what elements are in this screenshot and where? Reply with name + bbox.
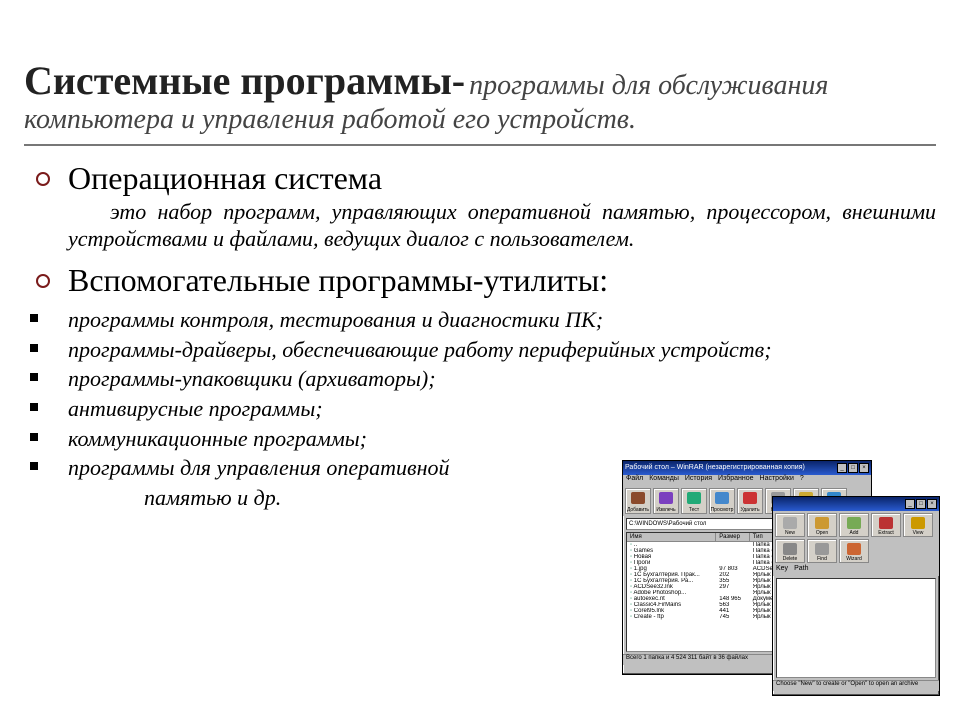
archiver-pane [776,578,936,678]
close-icon: × [927,499,937,509]
winrar-titlebar: Рабочий стол – WinRAR (незарегистрирован… [623,461,871,475]
tool-test-icon: Тест [681,488,707,514]
sub-item: программы-упаковщики (архиваторы); [24,364,936,394]
bullet-utilities-title: Вспомогательные программы-утилиты: [68,262,936,299]
menu-item: ? [800,475,804,486]
tool-view-icon: Просмотр [709,488,735,514]
archiver-toolbar: New Open Add Extract View Delete Find Wi… [773,511,939,565]
bullet-utilities: Вспомогательные программы-утилиты: [24,262,936,299]
embedded-screenshots: Рабочий стол – WinRAR (незарегистрирован… [622,460,942,700]
list-cell: 745 [716,614,749,620]
sub-item: программы контроля, тестирования и диагн… [24,305,936,335]
tool-extract-icon: Извлечь [653,488,679,514]
menu-item: Команды [649,475,679,486]
tab-item: Key [776,565,788,576]
heading-bold: Системные программы- [24,58,465,103]
tool-delete-icon: Delete [775,539,805,563]
bullet-os-body: это набор программ, управляющих оператив… [68,199,936,252]
winrar-menubar: Файл Команды История Избранное Настройки… [623,475,871,486]
menu-item: Настройки [760,475,794,486]
archiver-tabs: Key Path [773,565,939,576]
menu-item: Избранное [718,475,753,486]
tool-extract-icon: Extract [871,513,901,537]
tab-item: Path [794,565,808,576]
winrar-title: Рабочий стол – WinRAR (незарегистрирован… [625,461,805,475]
tool-open-icon: Open [807,513,837,537]
close-icon: × [859,463,869,473]
tool-new-icon: New [775,513,805,537]
bullet-os-title: Операционная система [68,160,936,197]
archiver-titlebar: _ □ × [773,497,939,511]
minimize-icon: _ [837,463,847,473]
menu-item: История [685,475,712,486]
bullet-list: Операционная система это набор программ,… [24,160,936,299]
maximize-icon: □ [916,499,926,509]
tool-find-icon: Find [807,539,837,563]
maximize-icon: □ [848,463,858,473]
col-header: Имя [627,533,716,541]
menu-item: Файл [626,475,643,486]
minimize-icon: _ [905,499,915,509]
tool-view-icon: View [903,513,933,537]
tool-add-icon: Добавить [625,488,651,514]
bullet-os: Операционная система это набор программ,… [24,160,936,252]
sub-bullet-list: программы контроля, тестирования и диагн… [24,305,936,483]
tool-wizard-icon: Wizard [839,539,869,563]
sub-item: программы-драйверы, обеспечивающие работ… [24,335,936,365]
sub-item: антивирусные программы; [24,394,936,424]
col-header: Размер [716,533,749,541]
archiver-window: _ □ × New Open Add Extract View Delete F… [772,496,940,696]
list-cell: Create - ftp [627,614,716,620]
slide-heading: Системные программы- программы для обслу… [24,58,936,136]
archiver-status: Choose "New" to create or "Open" to open… [773,680,939,691]
tool-delete-icon: Удалить [737,488,763,514]
tool-add-icon: Add [839,513,869,537]
sub-item: коммуникационные программы; [24,424,936,454]
heading-rule [24,144,936,146]
